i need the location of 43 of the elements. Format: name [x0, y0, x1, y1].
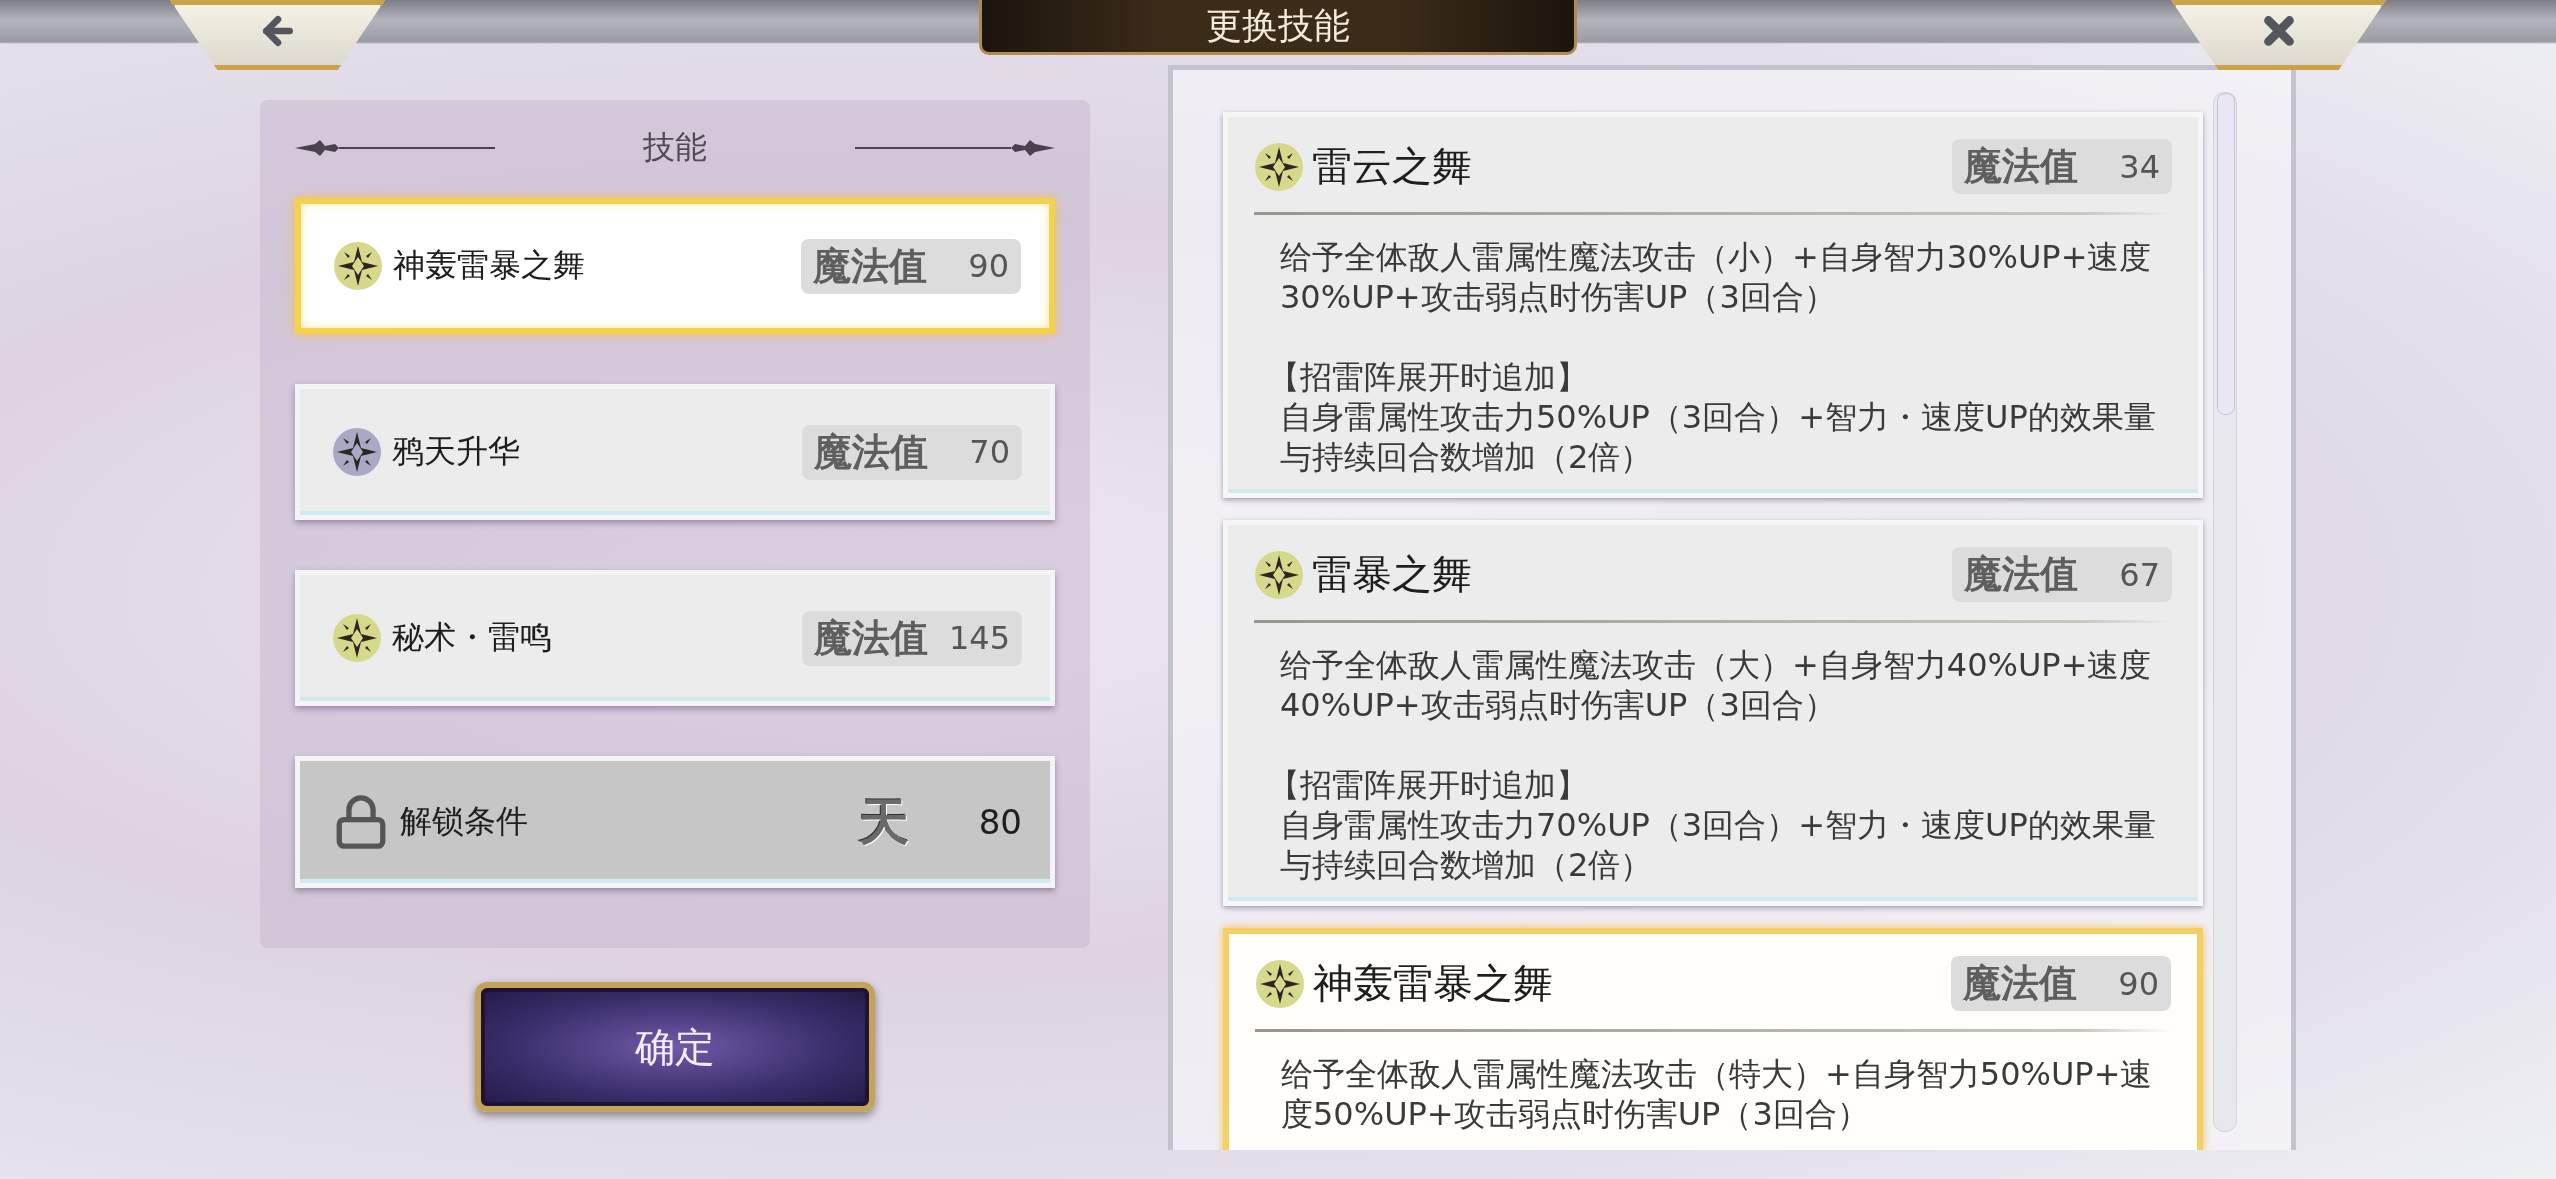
- mana-label: 魔法值: [1963, 960, 2077, 1007]
- skill-icon: [1255, 958, 1305, 1009]
- mana-label: 魔法值: [814, 614, 928, 662]
- skill-title: 神轰雷暴之舞: [1313, 959, 1554, 1008]
- skill-row[interactable]: 神轰雷暴之舞 魔法值 90: [295, 198, 1055, 334]
- skill-name: 神轰雷暴之舞: [393, 245, 586, 286]
- skill-row[interactable]: 鸦天升华 魔法值 70: [295, 384, 1055, 520]
- skill-description: 给予全体敌人雷属性魔法攻击（小）+自身智力30%UP+速度30%UP+攻击弱点时伤害UP（3回合）: [1280, 237, 2153, 317]
- mana-value: 90: [2117, 964, 2159, 1003]
- skill-description: 给予全体敌人雷属性魔法攻击（特大）+自身智力50%UP+速度50%UP+攻击弱点时伤害UP（3回合）: [1281, 1054, 2154, 1134]
- locked-skill-row[interactable]: 解锁条件 天 80: [295, 756, 1055, 888]
- scrollbar[interactable]: [2213, 92, 2237, 1132]
- mana-label: 魔法值: [814, 428, 928, 476]
- skill-icon: [332, 427, 382, 477]
- scrollbar-thumb[interactable]: [2217, 93, 2235, 415]
- skill-icon: [1254, 549, 1304, 600]
- bonus-description: 自身雷属性攻击力70%UP（3回合）+智力・速度UP的效果量与持续回合数增加（2倍）: [1280, 805, 2157, 885]
- skill-icon: [1254, 141, 1304, 192]
- bonus-heading: 【招雷阵展开时追加】: [1268, 357, 1589, 397]
- mana-value: 34: [2118, 147, 2160, 186]
- mana-value: 70: [968, 433, 1010, 471]
- skill-title: 雷暴之舞: [1312, 550, 1473, 599]
- skill-description: 给予全体敌人雷属性魔法攻击（大）+自身智力40%UP+速度40%UP+攻击弱点时伤害UP（3回合）: [1280, 645, 2153, 725]
- skill-name: 秘术・雷鸣: [392, 617, 553, 658]
- skill-name: 鸦天升华: [392, 431, 521, 472]
- confirm-button[interactable]: 确定: [475, 982, 875, 1112]
- mana-label: 魔法值: [1964, 551, 2078, 598]
- mana-value: 145: [947, 619, 1010, 657]
- bonus-heading: 【招雷阵展开时追加】: [1268, 765, 1589, 805]
- panel-heading: 技能: [643, 127, 707, 168]
- bonus-description: 自身雷属性攻击力50%UP（3回合）+智力・速度UP的效果量与持续回合数增加（2倍）: [1280, 397, 2157, 477]
- rank-glyph: 天: [858, 791, 909, 853]
- mana-label: 魔法值: [1964, 143, 2078, 190]
- mana-value: 67: [2118, 555, 2160, 594]
- skill-icon: [333, 241, 383, 291]
- unlock-condition-label: 解锁条件: [400, 801, 529, 842]
- mana-label: 魔法值: [813, 242, 927, 290]
- skill-icon: [332, 613, 382, 663]
- unlock-level: 80: [978, 802, 1022, 842]
- skill-title: 雷云之舞: [1312, 142, 1473, 191]
- skill-row[interactable]: 秘术・雷鸣 魔法值 145: [295, 570, 1055, 706]
- screen-title: 更换技能: [979, 0, 1577, 55]
- mana-value: 90: [967, 247, 1009, 285]
